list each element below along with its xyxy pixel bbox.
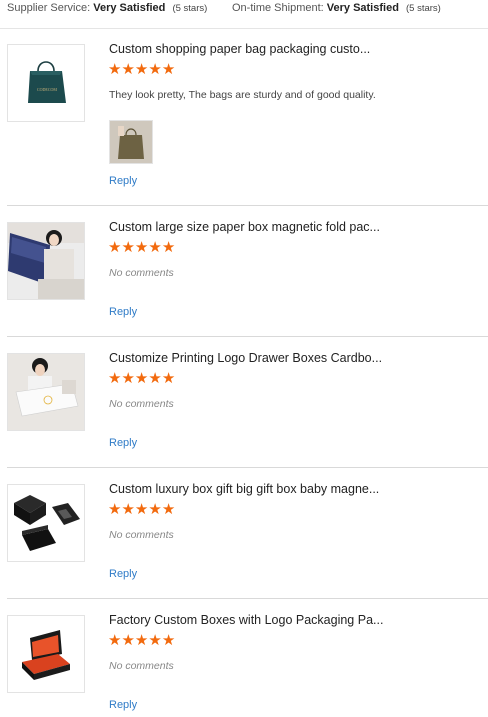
product-title-link[interactable]: Customize Printing Logo Drawer Boxes Car… xyxy=(109,351,481,365)
star-icon: ★ xyxy=(161,239,176,256)
review-item: Customize Printing Logo Drawer Boxes Car… xyxy=(7,337,488,468)
reply-link[interactable]: Reply xyxy=(109,306,137,318)
star-icon: ★ xyxy=(121,370,135,387)
star-icon: ★ xyxy=(134,370,149,387)
shipment-metric: On-time Shipment: Very Satisfied (5 star… xyxy=(232,2,441,14)
product-image-gift-box[interactable] xyxy=(7,484,85,562)
product-image-shopping-bag[interactable]: CODECOM xyxy=(7,44,85,122)
review-item: Factory Custom Boxes with Logo Packaging… xyxy=(7,599,488,717)
shipment-label: On-time Shipment: xyxy=(232,2,324,14)
star-icon: ★ xyxy=(134,239,149,256)
supplier-service-value: Very Satisfied xyxy=(93,2,166,14)
reply-link[interactable]: Reply xyxy=(109,699,137,711)
star-icon: ★ xyxy=(148,239,162,256)
star-icon: ★ xyxy=(108,370,122,387)
star-icon: ★ xyxy=(148,501,162,518)
svg-text:CODECOM: CODECOM xyxy=(37,87,57,92)
star-icon: ★ xyxy=(134,61,149,78)
rating-stars: ★★★★★ xyxy=(108,62,175,78)
rating-stars: ★★★★★ xyxy=(108,633,175,649)
star-icon: ★ xyxy=(134,632,149,649)
review-comment: They look pretty, The bags are sturdy an… xyxy=(109,89,376,101)
star-icon: ★ xyxy=(108,61,122,78)
rating-stars: ★★★★★ xyxy=(108,502,175,518)
review-comment: No comments xyxy=(109,398,174,410)
star-icon: ★ xyxy=(121,632,135,649)
star-icon: ★ xyxy=(161,61,176,78)
star-icon: ★ xyxy=(121,61,135,78)
star-icon: ★ xyxy=(148,370,162,387)
product-image-drawer-box[interactable] xyxy=(7,353,85,431)
supplier-service-metric: Supplier Service: Very Satisfied (5 star… xyxy=(7,2,207,14)
review-photo-attachment[interactable] xyxy=(109,120,153,164)
star-icon: ★ xyxy=(148,61,162,78)
star-icon: ★ xyxy=(121,501,135,518)
shipment-stars: (5 stars) xyxy=(405,3,441,14)
reply-link[interactable]: Reply xyxy=(109,175,137,187)
review-comment: No comments xyxy=(109,529,174,541)
product-image-magnetic-box[interactable] xyxy=(7,222,85,300)
supplier-service-label: Supplier Service: xyxy=(7,2,91,14)
reply-link[interactable]: Reply xyxy=(109,437,137,449)
product-title-link[interactable]: Custom luxury box gift big gift box baby… xyxy=(109,482,481,496)
review-item: CODECOM Custom shopping paper bag packag… xyxy=(7,28,488,206)
product-title-link[interactable]: Custom large size paper box magnetic fol… xyxy=(109,220,481,234)
shipment-value: Very Satisfied xyxy=(326,2,399,14)
product-title-link[interactable]: Custom shopping paper bag packaging cust… xyxy=(109,42,481,56)
product-title-link[interactable]: Factory Custom Boxes with Logo Packaging… xyxy=(109,613,481,627)
star-icon: ★ xyxy=(161,370,176,387)
supplier-service-stars: (5 stars) xyxy=(172,3,208,14)
review-item: Custom luxury box gift big gift box baby… xyxy=(7,468,488,599)
rating-summary-bar: Supplier Service: Very Satisfied (5 star… xyxy=(0,0,488,29)
star-icon: ★ xyxy=(161,632,176,649)
rating-stars: ★★★★★ xyxy=(108,371,175,387)
star-icon: ★ xyxy=(108,239,122,256)
star-icon: ★ xyxy=(148,632,162,649)
star-icon: ★ xyxy=(161,501,176,518)
review-comment: No comments xyxy=(109,267,174,279)
rating-stars: ★★★★★ xyxy=(108,240,175,256)
reply-link[interactable]: Reply xyxy=(109,568,137,580)
star-icon: ★ xyxy=(108,501,122,518)
star-icon: ★ xyxy=(108,632,122,649)
star-icon: ★ xyxy=(121,239,135,256)
review-comment: No comments xyxy=(109,660,174,672)
review-item: Custom large size paper box magnetic fol… xyxy=(7,206,488,337)
product-image-mailer-box[interactable] xyxy=(7,615,85,693)
star-icon: ★ xyxy=(134,501,149,518)
